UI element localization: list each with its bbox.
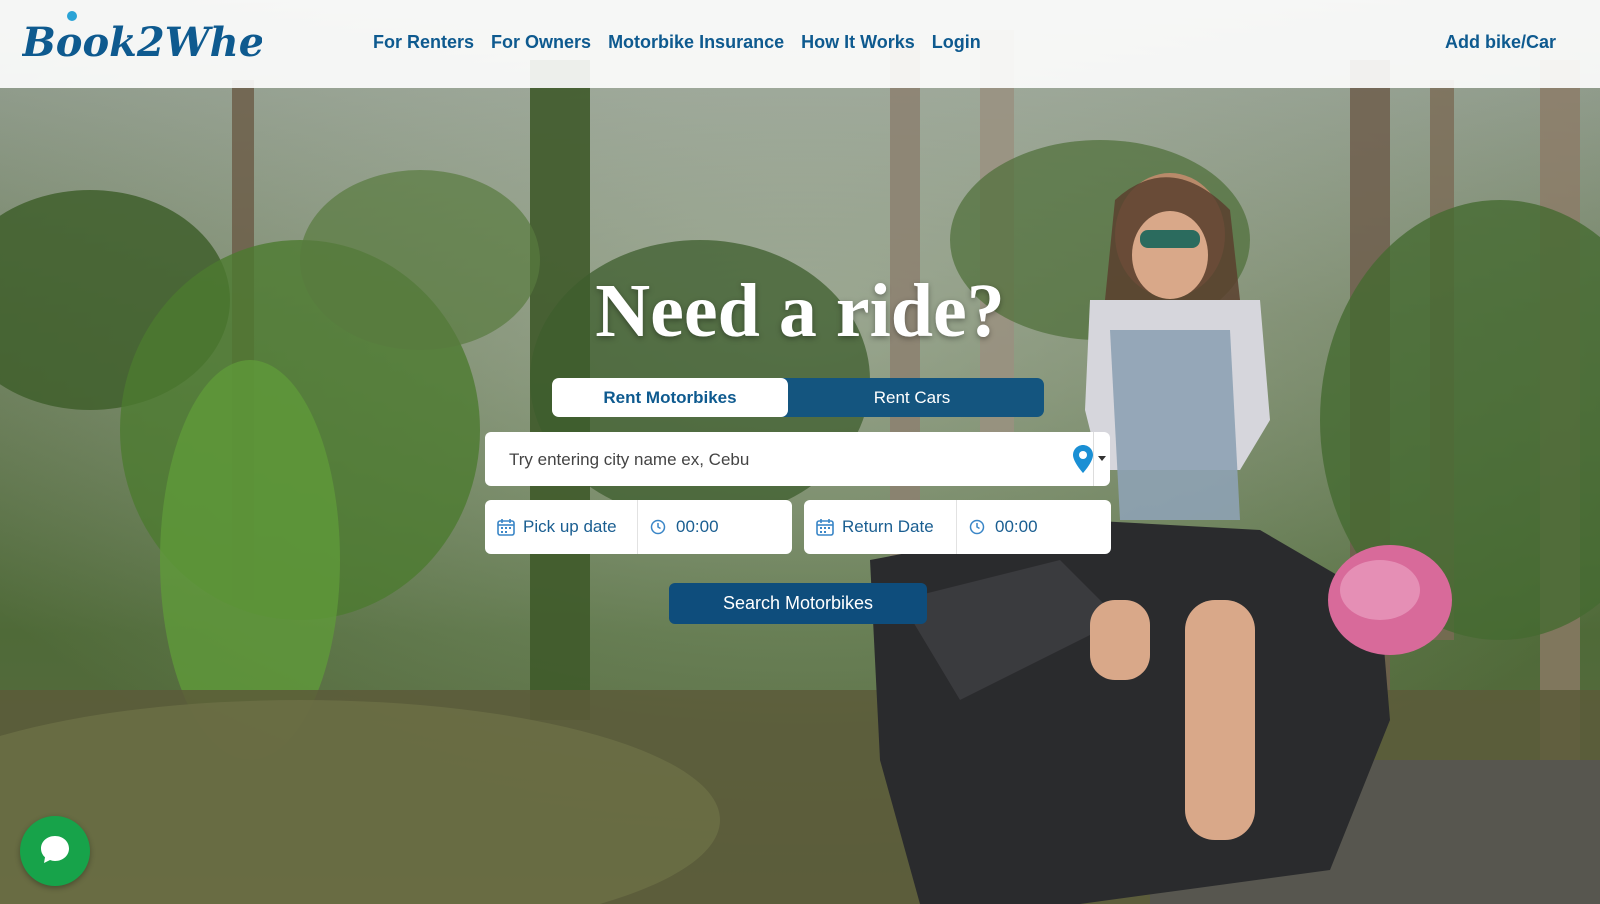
- pickup-date-field[interactable]: Pick up date: [485, 500, 638, 554]
- clock-icon: [969, 519, 985, 535]
- nav-login[interactable]: Login: [932, 32, 981, 53]
- chevron-down-icon: [1098, 456, 1106, 461]
- rental-type-tabs: Rent Cars Rent Motorbikes: [552, 378, 1044, 417]
- calendar-icon: [816, 518, 834, 536]
- return-time-value: 00:00: [995, 517, 1038, 536]
- search-motorbikes-button[interactable]: Search Motorbikes: [669, 583, 927, 624]
- top-navbar: Book2Wheel For Renters For Owners Motorb…: [0, 0, 1600, 88]
- chat-button[interactable]: [20, 816, 90, 886]
- pickup-date-label: Pick up date: [523, 517, 617, 536]
- return-date-field[interactable]: Return Date: [804, 500, 957, 554]
- calendar-icon: [497, 518, 515, 536]
- tab-rent-motorbikes[interactable]: Rent Motorbikes: [552, 378, 788, 417]
- hero-headline: Need a ride?: [595, 269, 1005, 353]
- map-pin-icon[interactable]: [1073, 445, 1093, 478]
- logo-text: Book2Wheel: [22, 19, 262, 66]
- nav-how-it-works[interactable]: How It Works: [801, 32, 915, 53]
- clock-icon: [650, 519, 666, 535]
- tab-rent-cars[interactable]: Rent Cars: [780, 378, 1044, 417]
- logo-image: Book2Wheel: [21, 11, 305, 66]
- location-search-box: [485, 432, 1111, 488]
- pickup-datetime-group: Pick up date 00:00: [485, 500, 792, 554]
- nav-for-owners[interactable]: For Owners: [491, 32, 591, 53]
- nav-motorbike-insurance[interactable]: Motorbike Insurance: [608, 32, 784, 53]
- chat-bubble-icon: [38, 832, 72, 871]
- book2wheel-logo[interactable]: Book2Wheel: [21, 8, 305, 77]
- location-dropdown-toggle[interactable]: [1093, 432, 1111, 486]
- nav-for-renters[interactable]: For Renters: [373, 32, 474, 53]
- main-nav: For Renters For Owners Motorbike Insuran…: [373, 32, 981, 53]
- return-time-field[interactable]: 00:00: [957, 500, 1111, 554]
- return-date-label: Return Date: [842, 517, 934, 536]
- return-datetime-group: Return Date 00:00: [804, 500, 1111, 554]
- add-bike-car-link[interactable]: Add bike/Car: [1445, 32, 1556, 53]
- pickup-time-field[interactable]: 00:00: [638, 500, 792, 554]
- pickup-time-value: 00:00: [676, 517, 719, 536]
- location-search-input[interactable]: [507, 432, 1031, 488]
